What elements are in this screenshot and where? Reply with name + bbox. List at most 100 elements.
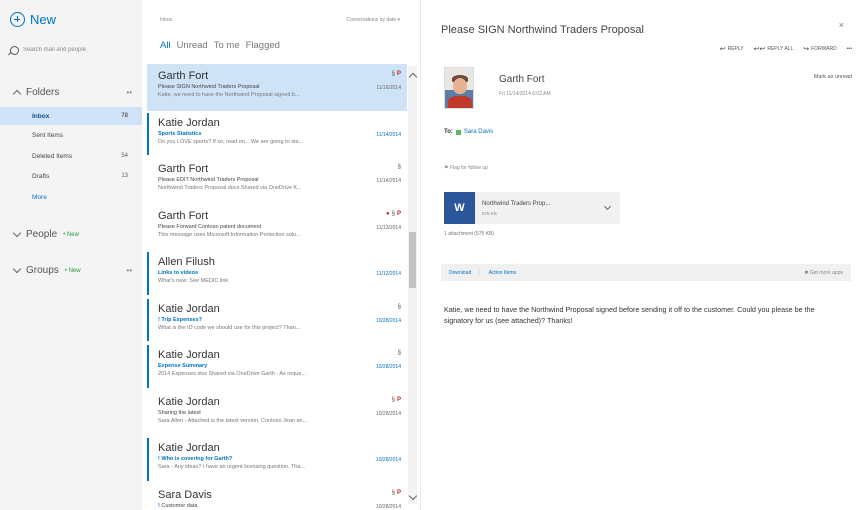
folders-more-icon[interactable]: •• — [126, 88, 132, 97]
reply-icon: ↩ — [719, 46, 726, 53]
message-row[interactable]: Garth Fort Please EDIT Northwind Traders … — [147, 157, 407, 204]
message-preview: Northwind Traders Proposal.docx Shared v… — [158, 185, 302, 191]
high-importance-icon: P — [396, 210, 401, 217]
message-row[interactable]: Katie Jordan Sharing the latest Sara Allen… — [147, 390, 407, 437]
attachment-icon: § — [391, 489, 395, 496]
message-row[interactable]: Allen Filush Links to videos What's new: S… — [147, 250, 407, 297]
message-row[interactable]: Katie Jordan Who is covering for Garth? Sa… — [147, 436, 407, 483]
close-icon[interactable]: × — [839, 20, 844, 30]
message-preview: Katie, we need to have the Northwind Pro… — [158, 92, 300, 98]
filter-all[interactable]: All — [160, 40, 171, 51]
chevron-up-icon — [408, 72, 418, 82]
mark-unread-link[interactable]: Mark as unread — [814, 74, 852, 80]
message-list-scrollbar[interactable] — [408, 66, 417, 504]
search-icon — [10, 45, 19, 55]
message-sender: Garth Fort — [158, 163, 209, 175]
message-date: 11/14/2014 — [376, 178, 401, 184]
folder-name: Drafts — [32, 172, 50, 180]
reply-all-button[interactable]: ↩↩ REPLY ALL — [754, 45, 794, 53]
folder-item-deleted[interactable]: Deleted Items 54 — [0, 147, 142, 165]
folder-count: 54 — [121, 153, 128, 159]
chevron-down-icon[interactable] — [603, 202, 612, 211]
folders-header[interactable]: Folders •• — [12, 87, 132, 99]
folder-item-drafts[interactable]: Drafts 13 — [0, 167, 142, 185]
new-mail-button[interactable]: New — [10, 12, 56, 27]
groups-header[interactable]: Groups • New •• — [12, 264, 132, 276]
attachment-icon: § — [397, 350, 401, 356]
chevron-up-icon — [12, 89, 22, 99]
message-date: 10/28/2014 — [375, 457, 401, 463]
recipient-line: To: Sara Davis — [444, 129, 493, 135]
flag-follow-up-link[interactable]: ⚑ Flag for follow up — [444, 165, 488, 171]
attachment-name: Northwind Traders Prop... — [482, 200, 551, 207]
message-subject: Sharing the latest — [158, 409, 201, 416]
sort-dropdown[interactable]: Conversations by date ▾ — [346, 17, 400, 23]
forward-icon: ↪ — [803, 46, 810, 53]
message-row[interactable]: Katie Jordan Expense Summary 2014 Expenses… — [147, 343, 407, 390]
message-row[interactable]: Garth Fort Please Forward Contoso patent … — [147, 204, 407, 251]
folder-name: Deleted Items — [32, 152, 73, 160]
filter-unread[interactable]: Unread — [177, 40, 208, 51]
filter-to-me[interactable]: To me — [214, 40, 240, 51]
navigation-pane: New Folders •• Inbox 78 Sent Items Delet… — [0, 0, 142, 510]
attachment-icon: § — [391, 396, 395, 403]
avatar-face — [453, 78, 467, 94]
sender-name[interactable]: Garth Fort — [499, 74, 545, 85]
message-sender: Garth Fort — [158, 209, 209, 222]
get-more-apps-link[interactable]: ✱ Get more apps — [804, 270, 843, 276]
high-importance-icon: P — [396, 489, 401, 496]
message-row[interactable]: Katie Jordan Sports Statistics Do you LOVE… — [147, 111, 407, 158]
search-box[interactable] — [10, 40, 130, 60]
search-input[interactable] — [23, 47, 128, 53]
folder-item-more[interactable]: More — [0, 188, 142, 206]
groups-new-badge: • New — [64, 267, 81, 274]
high-importance-icon: P — [396, 71, 401, 77]
folders-label: Folders — [26, 87, 60, 98]
scroll-up-arrow[interactable] — [408, 72, 418, 82]
folder-name: Sent Items — [32, 131, 64, 139]
folder-name: More — [32, 193, 47, 201]
message-list-pane: Inbox Conversations by date ▾ All Unread… — [142, 0, 421, 510]
message-row[interactable]: Sara DavisCustomer dataHere you are, att… — [147, 483, 407, 510]
message-actions: ↩ REPLY ↩↩ REPLY ALL ↪ FORWARD ••• — [720, 45, 852, 53]
reply-button[interactable]: ↩ REPLY — [720, 45, 744, 53]
groups-label: Groups — [26, 265, 59, 276]
scrollbar-thumb[interactable] — [409, 232, 416, 288]
message-sender: Katie Jordan — [158, 302, 220, 315]
folder-name: Inbox — [32, 112, 50, 120]
people-label: People — [26, 229, 58, 240]
message-subject: Customer data — [158, 503, 401, 509]
message-flags: § — [398, 164, 401, 170]
message-flags: ● § P — [386, 211, 401, 217]
message-sender: Garth Fort — [158, 70, 209, 82]
message-row[interactable]: Katie Jordan Trip Expenses?What is the ID… — [147, 297, 407, 344]
recipient-name[interactable]: Sara Davis — [464, 129, 493, 135]
message-date: 10/28/2014 — [375, 364, 401, 370]
message-preview: Sara - Any ideas? I have an urgent licen… — [158, 464, 305, 470]
message-body: Katie, we need to have the Northwind Pro… — [444, 305, 815, 325]
forward-button[interactable]: ↪ FORWARD — [803, 45, 836, 53]
people-header[interactable]: People • New — [12, 228, 132, 240]
reply-all-label: REPLY ALL — [767, 46, 794, 52]
message-subject: Trip Expenses? — [158, 317, 401, 323]
scroll-down-arrow[interactable] — [408, 491, 418, 502]
message-flags: § — [398, 350, 401, 356]
attachment-icon: § — [397, 303, 401, 310]
attachment-toolbar: Download | Action Items ✱ Get more apps — [441, 264, 851, 281]
folder-item-inbox[interactable]: Inbox 78 — [0, 107, 142, 125]
attachment-meta: Northwind Traders Prop... 576 KB — [475, 201, 550, 216]
message-preview: Sara Allen - Attached is the latest vers… — [158, 417, 308, 424]
sender-avatar[interactable] — [444, 67, 474, 109]
folder-item-sent[interactable]: Sent Items — [0, 126, 142, 144]
filter-flagged[interactable]: Flagged — [246, 40, 280, 51]
groups-more-icon[interactable]: •• — [126, 266, 132, 275]
attachment-icon: § — [391, 71, 395, 77]
action-items-link[interactable]: Action Items — [489, 270, 517, 276]
attachment-card[interactable]: W Northwind Traders Prop... 576 KB — [444, 192, 620, 224]
reply-all-icon: ↩↩ — [753, 46, 766, 53]
download-link[interactable]: Download — [449, 270, 471, 276]
more-actions-button[interactable]: ••• — [847, 45, 852, 53]
message-row[interactable]: Garth Fort Please SIGN Northwind Traders … — [147, 64, 407, 111]
message-preview: 2014 Expenses.xlsx Shared via OneDrive G… — [158, 371, 306, 377]
folder-count: 13 — [121, 173, 128, 179]
